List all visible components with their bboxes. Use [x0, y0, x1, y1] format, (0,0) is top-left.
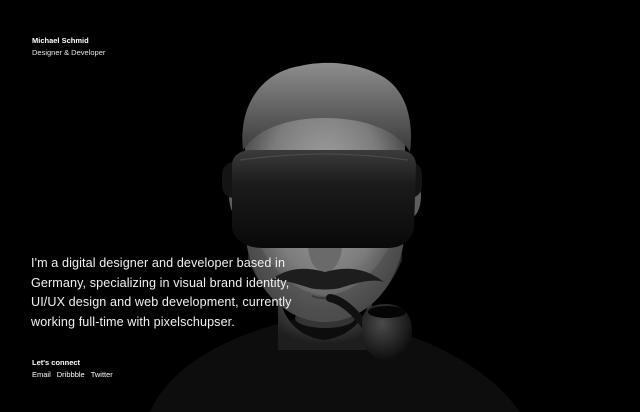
social-links: Email Dribbble Twitter [32, 369, 113, 381]
author-name: Michael Schmid [32, 36, 89, 45]
intro-text: I'm a digital designer and developer bas… [31, 256, 292, 329]
portrait-photo [150, 62, 520, 412]
author-role: Designer & Developer [32, 48, 106, 57]
site-header: Michael Schmid Designer & Developer [32, 35, 105, 59]
twitter-link[interactable]: Twitter [91, 369, 113, 381]
connect-heading: Let's connect [32, 358, 81, 367]
hero-section: Michael Schmid Designer & Developer I'm … [0, 0, 640, 412]
dribbble-link[interactable]: Dribbble [57, 369, 85, 381]
email-link[interactable]: Email [32, 369, 51, 381]
connect-section: Let's connect Email Dribbble Twitter [32, 357, 113, 381]
